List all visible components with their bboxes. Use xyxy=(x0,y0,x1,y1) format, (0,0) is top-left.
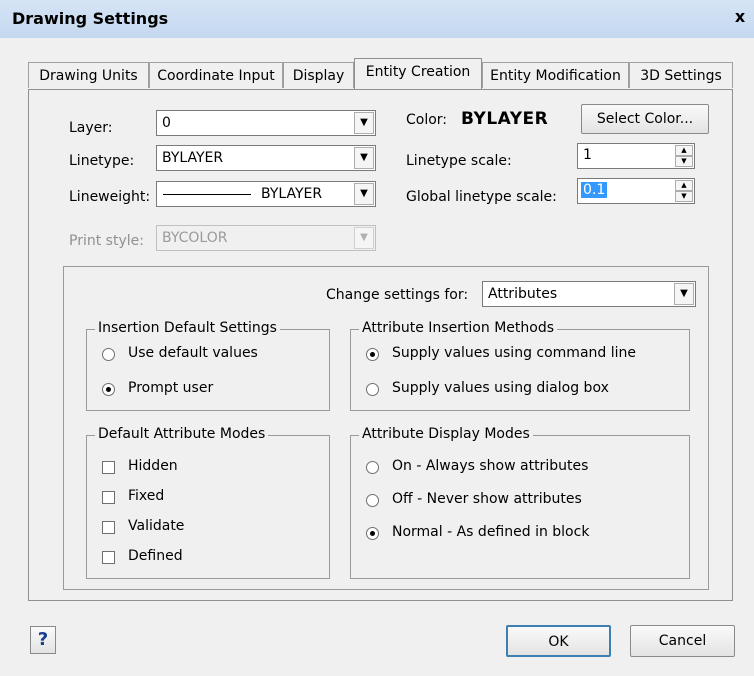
lineweight-label: Lineweight: xyxy=(69,189,151,205)
tab-drawing-units[interactable]: Drawing Units xyxy=(28,62,149,88)
radio-display-on[interactable] xyxy=(366,461,379,474)
ok-button[interactable]: OK xyxy=(506,625,611,657)
lineweight-select[interactable]: BYLAYER ▼ xyxy=(156,181,376,207)
insertion-default-title: Insertion Default Settings xyxy=(95,320,280,336)
layer-label: Layer: xyxy=(69,120,113,136)
close-button[interactable]: x xyxy=(730,6,750,28)
color-label: Color: xyxy=(406,112,448,128)
title-bar: Drawing Settings x xyxy=(0,0,754,38)
tab-entity-modification[interactable]: Entity Modification xyxy=(482,62,629,88)
linetype-value: BYLAYER xyxy=(162,150,224,166)
radio-command-line[interactable] xyxy=(366,348,379,361)
global-linetype-scale-spinner[interactable]: 0.1 ▲ ▼ xyxy=(577,178,695,204)
drawing-settings-dialog: Drawing Settings x Drawing Units Coordin… xyxy=(0,0,754,676)
defined-label[interactable]: Defined xyxy=(128,548,183,564)
radio-dialog-box[interactable] xyxy=(366,383,379,396)
spin-down-icon[interactable]: ▼ xyxy=(675,191,693,202)
radio-prompt-user[interactable] xyxy=(102,383,115,396)
command-line-label[interactable]: Supply values using command line xyxy=(392,345,636,361)
spin-down-icon[interactable]: ▼ xyxy=(675,156,693,167)
tab-entity-creation[interactable]: Entity Creation xyxy=(354,58,482,89)
checkbox-hidden[interactable] xyxy=(102,461,115,474)
prompt-user-label[interactable]: Prompt user xyxy=(128,380,213,396)
attribute-display-modes-title: Attribute Display Modes xyxy=(359,426,533,442)
cancel-button[interactable]: Cancel xyxy=(630,625,735,657)
attribute-settings-frame: Change settings for: Attributes ▼ Insert… xyxy=(63,266,709,590)
select-color-button[interactable]: Select Color... xyxy=(581,104,709,134)
radio-display-normal[interactable] xyxy=(366,527,379,540)
attribute-insertion-methods-title: Attribute Insertion Methods xyxy=(359,320,558,336)
default-attribute-modes-group: Default Attribute Modes Hidden Fixed Val… xyxy=(86,426,330,579)
window-title: Drawing Settings xyxy=(12,9,169,28)
chevron-down-icon[interactable]: ▼ xyxy=(354,183,374,205)
chevron-down-icon[interactable]: ▼ xyxy=(354,147,374,169)
lineweight-line-sample xyxy=(163,194,251,195)
tab-coordinate-input[interactable]: Coordinate Input xyxy=(149,62,283,88)
tab-3d-settings[interactable]: 3D Settings xyxy=(629,62,733,88)
linetype-scale-value: 1 xyxy=(583,147,592,163)
entity-creation-panel: Layer: 0 ▼ Linetype: BYLAYER ▼ Lineweigh… xyxy=(28,89,733,601)
lineweight-value: BYLAYER xyxy=(261,186,323,202)
tab-display[interactable]: Display xyxy=(283,62,354,88)
attribute-display-modes-group: Attribute Display Modes On - Always show… xyxy=(350,426,690,579)
radio-display-off[interactable] xyxy=(366,494,379,507)
linetype-select[interactable]: BYLAYER ▼ xyxy=(156,145,376,171)
linetype-scale-spinner[interactable]: 1 ▲ ▼ xyxy=(577,143,695,169)
checkbox-defined[interactable] xyxy=(102,551,115,564)
change-settings-select[interactable]: Attributes ▼ xyxy=(482,281,696,307)
layer-value: 0 xyxy=(162,115,171,131)
display-normal-label[interactable]: Normal - As defined in block xyxy=(392,524,589,540)
fixed-label[interactable]: Fixed xyxy=(128,488,164,504)
checkbox-fixed[interactable] xyxy=(102,491,115,504)
change-settings-label: Change settings for: xyxy=(326,287,469,303)
display-off-label[interactable]: Off - Never show attributes xyxy=(392,491,582,507)
global-linetype-scale-label: Global linetype scale: xyxy=(406,189,557,205)
chevron-down-icon[interactable]: ▼ xyxy=(674,283,694,305)
color-value: BYLAYER xyxy=(461,109,549,129)
use-default-values-label[interactable]: Use default values xyxy=(128,345,258,361)
change-settings-value: Attributes xyxy=(488,286,558,302)
help-button[interactable]: ? xyxy=(30,626,56,654)
insertion-default-group: Insertion Default Settings Use default v… xyxy=(86,320,330,411)
spin-up-icon[interactable]: ▲ xyxy=(675,145,693,156)
attribute-insertion-methods-group: Attribute Insertion Methods Supply value… xyxy=(350,320,690,411)
radio-use-default-values[interactable] xyxy=(102,348,115,361)
linetype-label: Linetype: xyxy=(69,153,135,169)
checkbox-validate[interactable] xyxy=(102,521,115,534)
chevron-down-icon[interactable]: ▼ xyxy=(354,112,374,134)
hidden-label[interactable]: Hidden xyxy=(128,458,178,474)
validate-label[interactable]: Validate xyxy=(128,518,184,534)
print-style-label: Print style: xyxy=(69,233,144,249)
display-on-label[interactable]: On - Always show attributes xyxy=(392,458,588,474)
linetype-scale-label: Linetype scale: xyxy=(406,153,512,169)
chevron-down-icon: ▼ xyxy=(354,227,374,249)
print-style-value: BYCOLOR xyxy=(162,230,228,246)
dialog-box-label[interactable]: Supply values using dialog box xyxy=(392,380,609,396)
print-style-select: BYCOLOR ▼ xyxy=(156,225,376,251)
global-linetype-scale-value: 0.1 xyxy=(581,182,608,198)
default-attribute-modes-title: Default Attribute Modes xyxy=(95,426,269,442)
spin-up-icon[interactable]: ▲ xyxy=(675,180,693,191)
layer-select[interactable]: 0 ▼ xyxy=(156,110,376,136)
